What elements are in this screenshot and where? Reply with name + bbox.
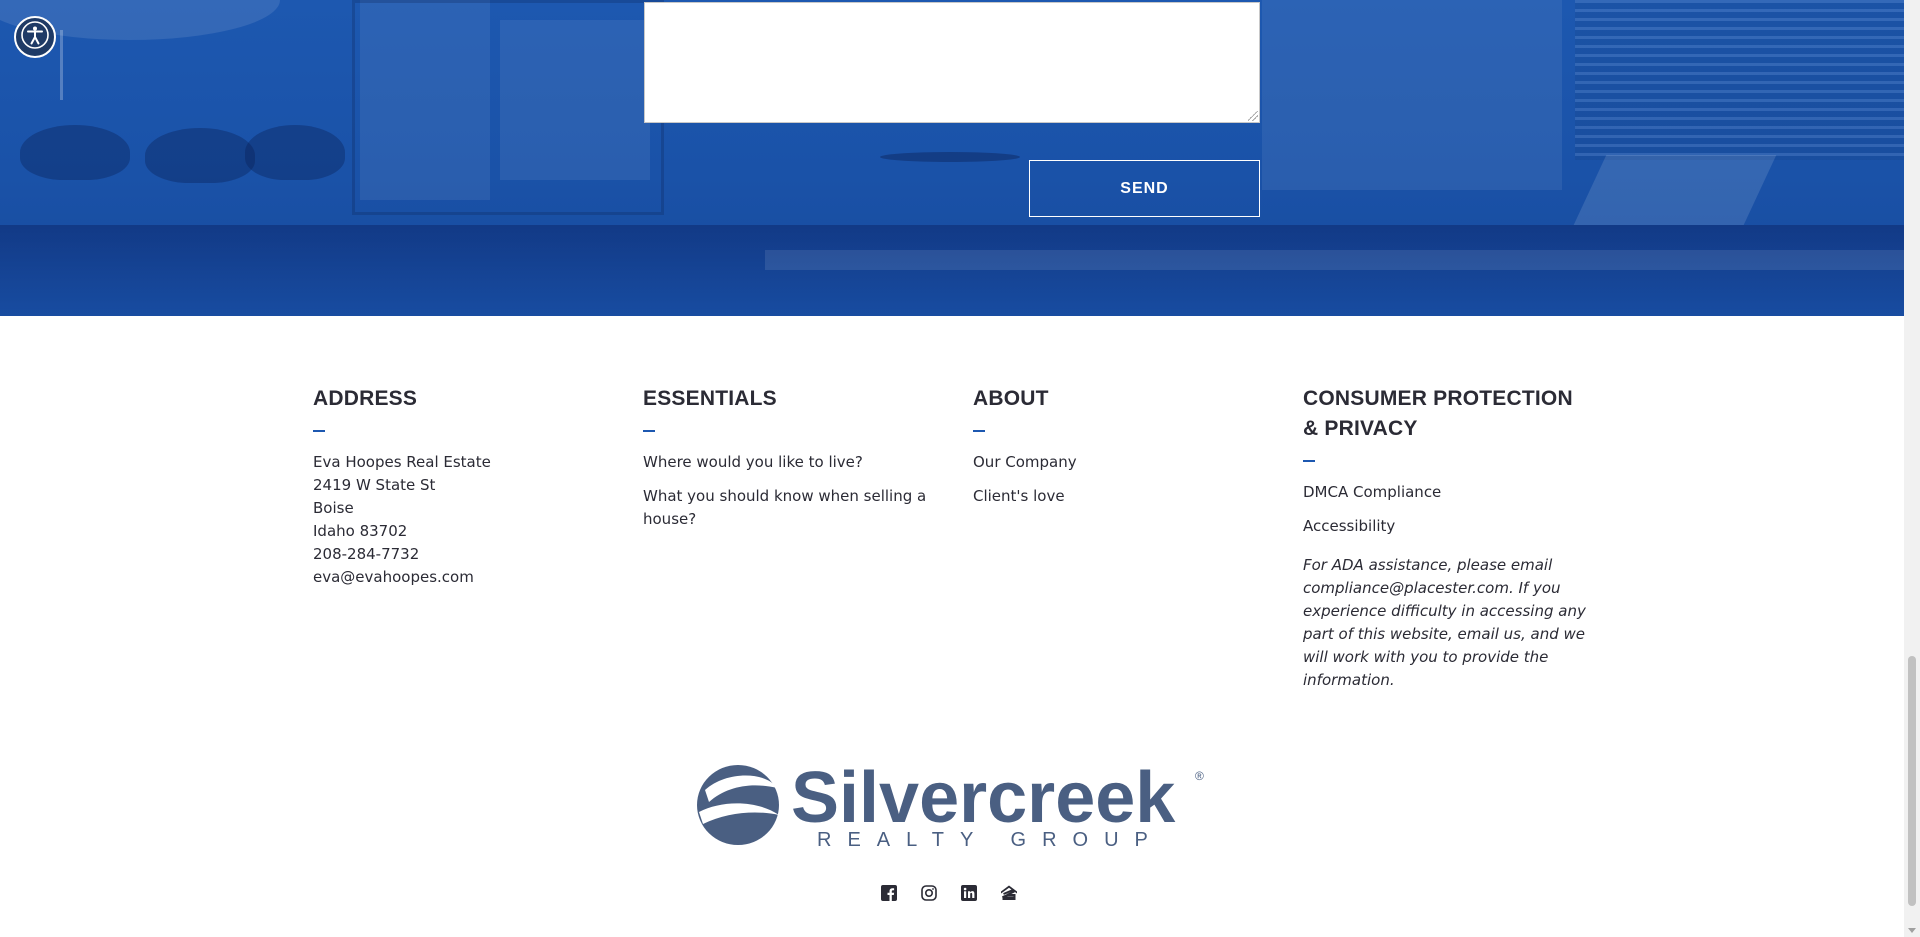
logo-name: Silvercreek bbox=[791, 760, 1176, 838]
footer-consumer-column: CONSUMER PROTECTION & PRIVACY DMCA Compl… bbox=[1303, 384, 1593, 692]
scroll-down-arrow-icon[interactable] bbox=[1908, 928, 1916, 933]
page-scrollbar[interactable] bbox=[1904, 0, 1920, 937]
accessibility-widget-button[interactable] bbox=[14, 16, 56, 58]
essentials-link-where-to-live[interactable]: Where would you like to live? bbox=[643, 451, 943, 474]
about-links: Our Company Client's love bbox=[973, 451, 1273, 508]
accessibility-icon bbox=[20, 20, 50, 54]
logo-graphic: Silvercreek ® REALTY GROUP bbox=[697, 758, 1204, 851]
chair-decoration bbox=[145, 128, 255, 183]
deck-decoration bbox=[765, 250, 1904, 270]
ada-assistance-note: For ADA assistance, please email complia… bbox=[1303, 556, 1586, 689]
consumer-heading: CONSUMER PROTECTION & PRIVACY bbox=[1303, 387, 1573, 440]
address-street: 2419 W State St bbox=[313, 476, 436, 494]
footer-about-column: ABOUT Our Company Client's love bbox=[973, 384, 1273, 519]
heading-underline bbox=[643, 430, 655, 432]
chair-decoration bbox=[20, 125, 130, 180]
facebook-icon[interactable] bbox=[880, 884, 898, 902]
about-link-our-company[interactable]: Our Company bbox=[973, 451, 1273, 474]
lounger-decoration bbox=[1573, 155, 1777, 225]
about-link-clients-love[interactable]: Client's love bbox=[973, 485, 1273, 508]
table-decoration bbox=[880, 152, 1020, 162]
heading-underline bbox=[1303, 460, 1315, 462]
address-company: Eva Hoopes Real Estate bbox=[313, 453, 491, 471]
logo-tagline: REALTY GROUP bbox=[817, 829, 1164, 850]
zillow-icon[interactable] bbox=[1000, 884, 1018, 902]
send-button[interactable]: SEND bbox=[1029, 160, 1260, 217]
consumer-link-accessibility[interactable]: Accessibility bbox=[1303, 515, 1593, 538]
window-blinds-decoration bbox=[1575, 0, 1904, 160]
address-block: Eva Hoopes Real Estate 2419 W State St B… bbox=[313, 451, 613, 589]
about-heading: ABOUT bbox=[973, 387, 1049, 410]
heading-underline bbox=[973, 430, 985, 432]
silvercreek-logo[interactable]: Silvercreek ® REALTY GROUP bbox=[697, 758, 1207, 851]
window-frame-decoration bbox=[352, 0, 664, 215]
pool-decoration bbox=[0, 225, 1904, 316]
message-textarea[interactable] bbox=[644, 2, 1260, 123]
instagram-icon[interactable] bbox=[920, 884, 938, 902]
address-city: Boise bbox=[313, 499, 354, 517]
consumer-links: DMCA Compliance Accessibility bbox=[1303, 481, 1593, 538]
heading-underline bbox=[313, 430, 325, 432]
window-pane-decoration bbox=[1262, 0, 1562, 190]
resize-grip-icon[interactable] bbox=[1248, 111, 1258, 121]
address-email[interactable]: eva@evahoopes.com bbox=[313, 568, 474, 586]
essentials-heading: ESSENTIALS bbox=[643, 387, 777, 410]
logo-registered: ® bbox=[1195, 769, 1204, 783]
consumer-link-dmca[interactable]: DMCA Compliance bbox=[1303, 481, 1593, 504]
essentials-link-selling-house[interactable]: What you should know when selling a hous… bbox=[643, 485, 943, 531]
contact-section: SEND bbox=[0, 0, 1904, 316]
essentials-links: Where would you like to live? What you s… bbox=[643, 451, 943, 531]
scrollbar-thumb[interactable] bbox=[1908, 656, 1916, 906]
footer-essentials-column: ESSENTIALS Where would you like to live?… bbox=[643, 384, 943, 542]
chair-decoration bbox=[245, 125, 345, 180]
address-heading: ADDRESS bbox=[313, 387, 418, 410]
linkedin-icon[interactable] bbox=[960, 884, 978, 902]
address-state-zip: Idaho 83702 bbox=[313, 522, 408, 540]
footer-address-column: ADDRESS Eva Hoopes Real Estate 2419 W St… bbox=[313, 384, 613, 589]
social-links bbox=[880, 884, 1018, 902]
umbrella-pole-decoration bbox=[60, 30, 63, 100]
address-phone[interactable]: 208-284-7732 bbox=[313, 545, 419, 563]
